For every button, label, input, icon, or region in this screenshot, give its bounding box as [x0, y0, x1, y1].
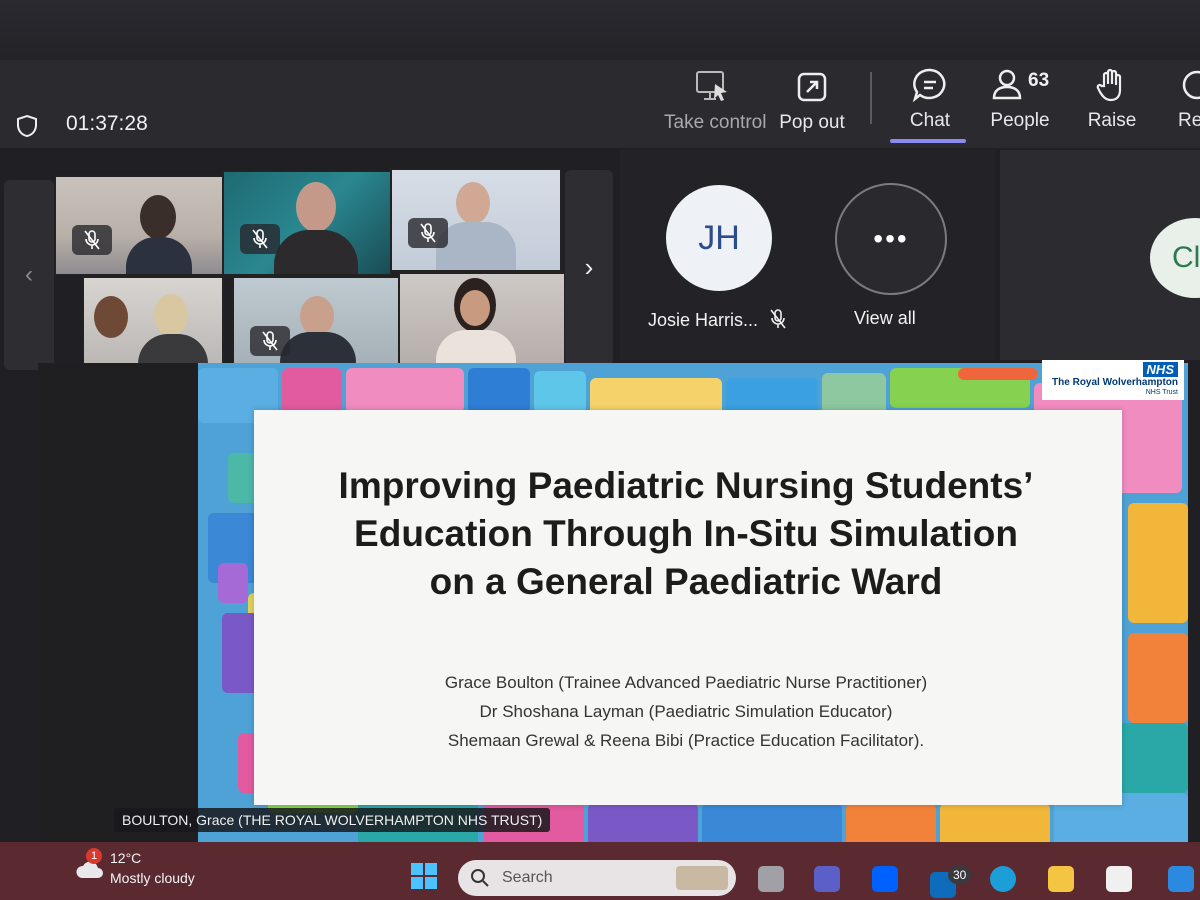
take-control-button[interactable]: Take control — [664, 68, 767, 138]
slide-decoration — [222, 613, 258, 693]
slide-decoration — [1128, 503, 1188, 623]
windows-start-icon[interactable] — [410, 862, 438, 890]
raise-label: Raise — [1087, 110, 1137, 131]
task-view-icon[interactable] — [758, 866, 784, 892]
video-tile[interactable] — [390, 168, 562, 272]
mail-badge: 30 — [948, 866, 972, 884]
nhs-logo: NHS The Royal Wolverhampton NHS Trust — [1042, 360, 1184, 400]
gallery-prev-button[interactable]: ‹ — [4, 180, 54, 370]
video-tile[interactable] — [222, 170, 392, 276]
video-tile[interactable] — [398, 272, 566, 372]
presenter-name-label: BOULTON, Grace (THE ROYAL WOLVERHAMPTON … — [114, 808, 551, 832]
muted-mic-icon — [408, 218, 448, 248]
muted-mic-icon — [770, 309, 786, 329]
nhs-trust-name: The Royal Wolverhampton — [1052, 377, 1178, 388]
video-tile[interactable] — [82, 276, 224, 376]
slide-decoration — [1118, 723, 1188, 793]
author-line: Dr Shoshana Layman (Paediatric Simulatio… — [479, 702, 893, 721]
slide-decoration — [1128, 633, 1188, 723]
dropbox-icon[interactable] — [872, 866, 898, 892]
weather-condition[interactable]: Mostly cloudy — [110, 870, 195, 886]
avatar[interactable]: JH — [666, 185, 772, 291]
slide-decoration — [468, 368, 530, 413]
edge-browser-icon[interactable] — [990, 866, 1016, 892]
chevron-left-icon: ‹ — [25, 261, 33, 288]
toolbar-separator — [870, 72, 872, 124]
react-label: Re — [1178, 110, 1200, 131]
gallery-next-button[interactable]: › — [565, 170, 613, 365]
more-icon: ••• — [873, 223, 909, 254]
meeting-timer: 01:37:28 — [66, 112, 148, 135]
slide-title-line: Education Through In-Situ Simulation — [354, 513, 1018, 554]
muted-mic-icon — [240, 224, 280, 254]
view-all-label: View all — [854, 308, 916, 328]
people-icon — [992, 69, 1022, 100]
shared-content-stage — [38, 363, 198, 843]
author-line: Grace Boulton (Trainee Advanced Paediatr… — [444, 673, 928, 692]
pop-out-button[interactable]: Pop out — [776, 68, 848, 138]
video-tile[interactable] — [54, 175, 224, 276]
chat-button[interactable]: Chat — [900, 66, 960, 136]
search-highlight-icon — [676, 866, 728, 890]
weather-temperature[interactable]: 12°C — [110, 850, 141, 866]
shield-icon — [17, 114, 37, 138]
nhs-logo-mark: NHS — [1142, 362, 1178, 377]
slide-decoration — [218, 563, 248, 603]
people-label: People — [990, 110, 1050, 131]
slide-decoration — [346, 368, 464, 413]
react-button[interactable]: Re — [1178, 66, 1200, 136]
slide-title-line: on a General Paediatric Ward — [429, 561, 943, 602]
slide-title: Improving Paediatric Nursing Students’ E… — [260, 462, 1112, 606]
pop-out-label: Pop out — [779, 112, 845, 133]
take-control-icon — [696, 71, 727, 101]
muted-mic-icon — [72, 225, 112, 255]
take-control-label: Take control — [664, 112, 767, 133]
slide-title-line: Improving Paediatric Nursing Students’ — [338, 465, 1034, 506]
microsoft-store-icon[interactable] — [1106, 866, 1132, 892]
raise-hand-icon — [1096, 68, 1122, 102]
vscode-icon[interactable] — [1168, 866, 1194, 892]
teams-meet-icon[interactable] — [814, 866, 840, 892]
chevron-right-icon: › — [584, 252, 594, 282]
participant-name: Josie Harris... — [648, 310, 759, 330]
view-all-button[interactable]: ••• — [835, 183, 947, 295]
file-explorer-icon[interactable] — [1048, 866, 1074, 892]
slide-decoration — [822, 373, 886, 415]
slide-authors: Grace Boulton (Trainee Advanced Paediatr… — [260, 668, 1112, 755]
search-placeholder: Search — [502, 869, 553, 886]
slide-decoration — [534, 371, 586, 413]
search-icon — [471, 869, 489, 887]
muted-mic-icon — [250, 326, 290, 356]
chat-active-indicator — [890, 139, 966, 143]
raise-hand-button[interactable]: Raise — [1086, 66, 1138, 136]
slide-decoration — [282, 368, 342, 416]
slide-decoration — [958, 368, 1038, 380]
video-tile[interactable] — [232, 276, 400, 376]
weather-badge: 1 — [86, 848, 102, 864]
react-icon — [1182, 70, 1200, 100]
chat-label: Chat — [909, 110, 951, 131]
pop-out-icon — [797, 72, 827, 102]
chat-icon — [912, 68, 946, 103]
people-count: 63 — [1028, 70, 1050, 91]
author-line: Shemaan Grewal & Reena Bibi (Practice Ed… — [447, 731, 925, 750]
nhs-trust-sub: NHS Trust — [1145, 389, 1178, 396]
